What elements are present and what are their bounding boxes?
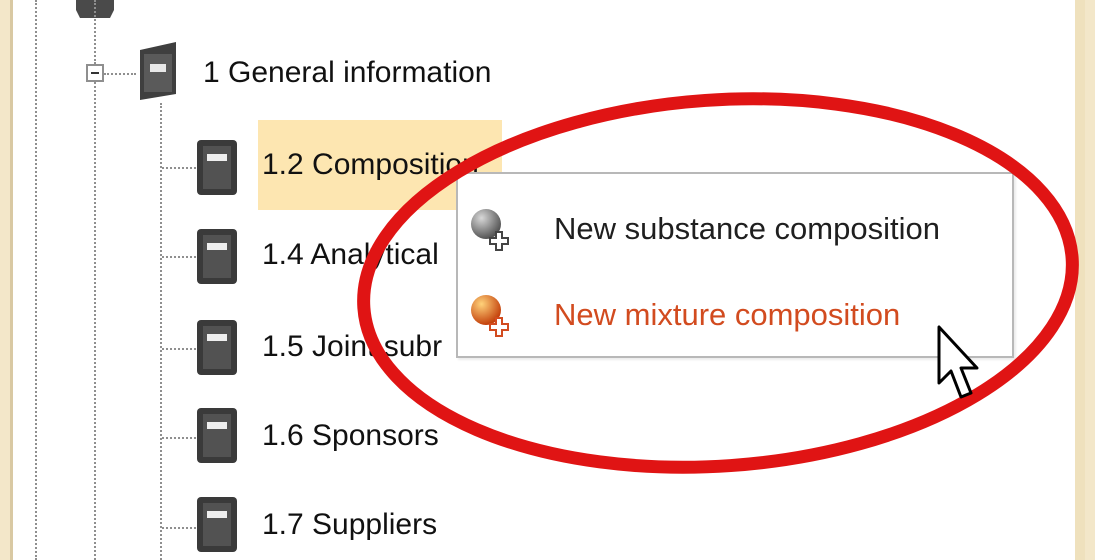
screenshot-frame: 1 General information 1.2 Composition 1.…: [0, 0, 1095, 560]
tree-guide-line: [162, 348, 196, 350]
tree-guide-line: [162, 437, 196, 439]
tree-guide-line: [94, 82, 96, 560]
mouse-pointer-icon: [937, 325, 979, 399]
tree-guide-line: [104, 73, 136, 75]
collapse-toggle[interactable]: [86, 64, 104, 82]
tree-node-suppliers[interactable]: 1.7 Suppliers: [262, 510, 437, 540]
section-doc-icon: [197, 229, 237, 284]
section-doc-icon: [197, 497, 237, 552]
tree-node-general-information[interactable]: 1 General information: [203, 58, 492, 88]
section-doc-icon: [197, 320, 237, 375]
tree-guide-line: [162, 167, 196, 169]
folder-icon: [140, 42, 176, 100]
section-doc-icon: [197, 140, 237, 195]
red-highlight-oval: [357, 92, 1079, 474]
tree-guide-line: [94, 0, 96, 64]
tree-guide-line: [160, 103, 162, 560]
tree-guide-line: [162, 256, 196, 258]
tree-guide-line: [35, 0, 37, 560]
tree-guide-line: [162, 527, 196, 529]
section-doc-icon: [197, 408, 237, 463]
